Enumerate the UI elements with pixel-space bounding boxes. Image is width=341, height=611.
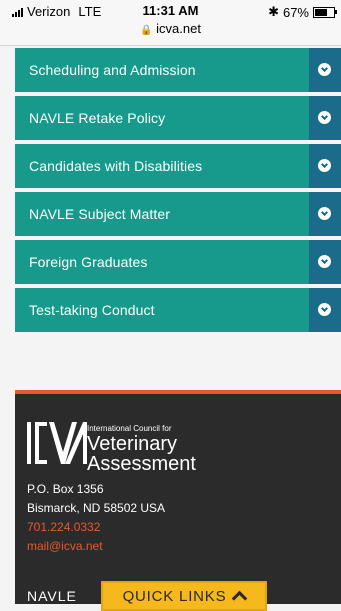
quick-links-label: QUICK LINKS: [122, 587, 227, 605]
battery-info: ✱ 67%: [268, 4, 337, 20]
battery-icon: [313, 6, 337, 18]
accordion-item-subject-matter[interactable]: NAVLE Subject Matter: [15, 192, 341, 236]
address-bar[interactable]: 🔒 icva.net: [0, 21, 341, 36]
expand-toggle[interactable]: [309, 144, 341, 188]
email-link[interactable]: mail@icva.net: [27, 539, 103, 553]
chevron-down-icon: [318, 111, 331, 124]
address-line-2: Bismarck, ND 58502 USA: [27, 501, 166, 515]
chevron-down-icon: [318, 63, 331, 76]
accordion-item-foreign-graduates[interactable]: Foreign Graduates: [15, 240, 341, 284]
accordion-label: Foreign Graduates: [29, 254, 148, 270]
accordion-label: NAVLE Retake Policy: [29, 110, 166, 126]
url-text: icva.net: [156, 21, 201, 36]
expand-toggle[interactable]: [309, 48, 341, 92]
expand-toggle[interactable]: [309, 240, 341, 284]
accordion-item-retake-policy[interactable]: NAVLE Retake Policy: [15, 96, 341, 140]
accordion-label: Scheduling and Admission: [29, 62, 196, 78]
accordion: Scheduling and Admission NAVLE Retake Po…: [15, 48, 341, 336]
expand-toggle[interactable]: [309, 288, 341, 332]
battery-percent: 67%: [282, 4, 309, 20]
accordion-item-test-conduct[interactable]: Test-taking Conduct: [15, 288, 341, 332]
footer-heading: NAVLE: [27, 588, 77, 604]
accordion-item-disabilities[interactable]: Candidates with Disabilities: [15, 144, 341, 188]
lock-icon: 🔒: [140, 25, 153, 36]
accordion-label: Candidates with Disabilities: [29, 158, 203, 174]
logo-subtitle: International Council for: [87, 424, 172, 433]
logo-line-2: Assessment: [87, 453, 196, 475]
status-bar: Verizon LTE 11:31 AM 🔒 icva.net ✱ 67%: [0, 0, 341, 46]
chevron-down-icon: [318, 255, 331, 268]
icva-logo-icon: [27, 422, 87, 464]
accordion-label: NAVLE Subject Matter: [29, 206, 171, 222]
quick-links-button[interactable]: QUICK LINKS: [101, 581, 267, 611]
logo-line-1: Veterinary: [87, 433, 178, 455]
expand-toggle[interactable]: [309, 96, 341, 140]
phone-link[interactable]: 701.224.0332: [27, 520, 100, 534]
address-line-1: P.O. Box 1356: [27, 482, 104, 496]
site-footer: International Council for Veterinary Ass…: [15, 390, 341, 604]
chevron-down-icon: [318, 207, 331, 220]
chevron-down-icon: [318, 159, 331, 172]
accordion-label: Test-taking Conduct: [29, 302, 155, 318]
accordion-item-scheduling[interactable]: Scheduling and Admission: [15, 48, 341, 92]
expand-toggle[interactable]: [309, 192, 341, 236]
chevron-down-icon: [318, 303, 331, 316]
bluetooth-icon: ✱: [268, 4, 279, 19]
